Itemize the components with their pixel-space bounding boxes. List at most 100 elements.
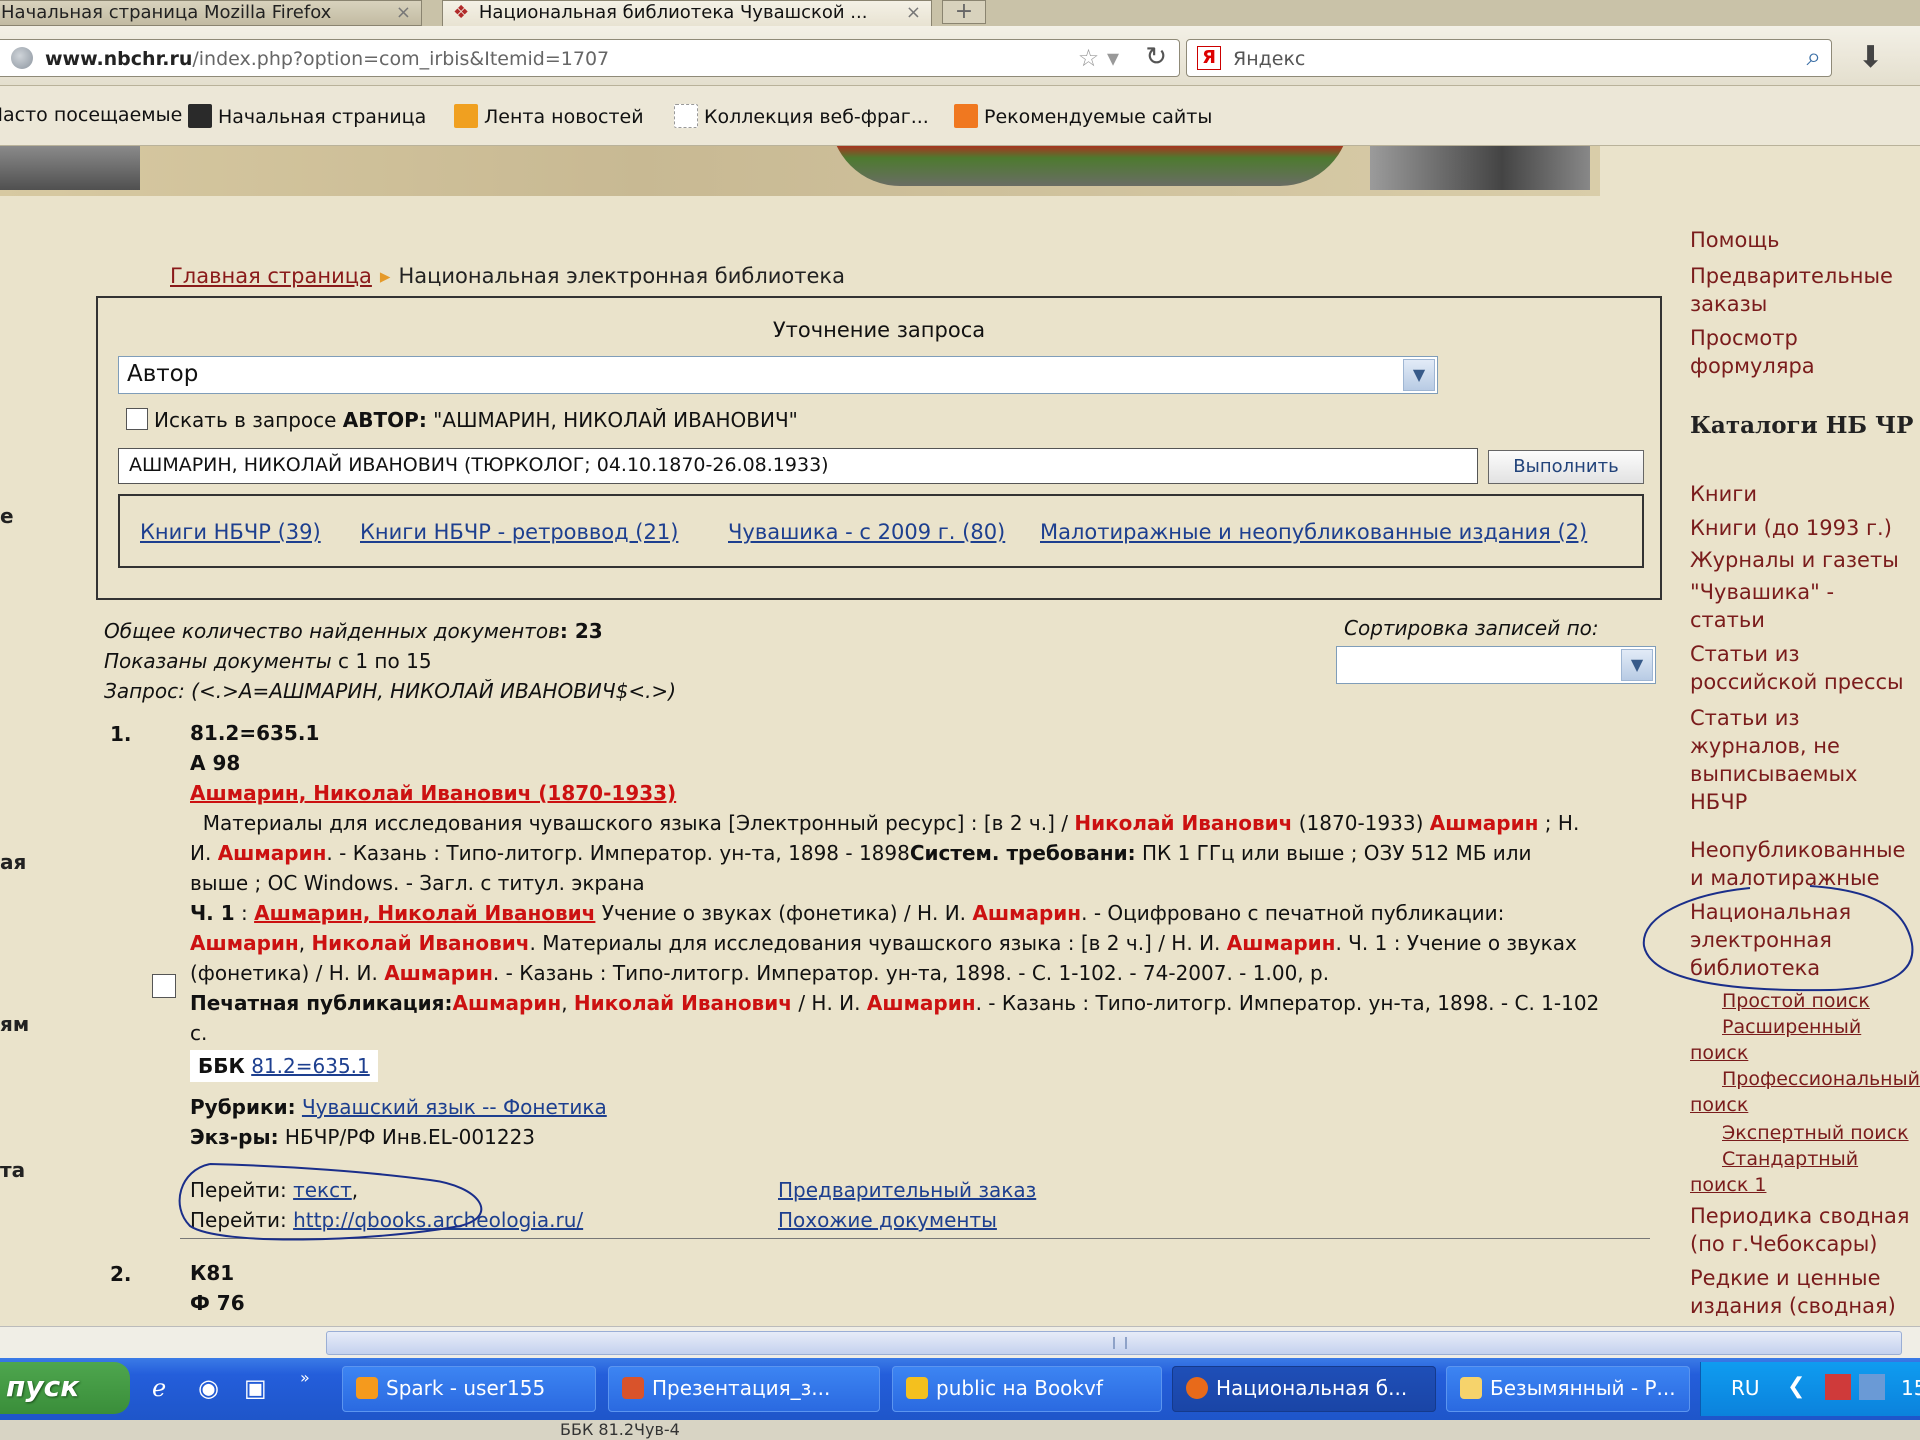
sidebar-sub-simple-search[interactable]: Простой поиск [1722, 988, 1870, 1014]
download-icon[interactable]: ⬇ [1858, 40, 1883, 75]
record-part-author-link[interactable]: Ашмарин, Николай Иванович [254, 901, 595, 925]
bookmark-web-slices[interactable]: Коллекция веб-фраг... [674, 104, 929, 128]
navigation-bar: www.nbchr.ru/index.php?option=com_irbis&… [0, 26, 1920, 86]
chevron-left-icon[interactable]: ❮ [1787, 1374, 1805, 1399]
field-select[interactable]: Автор ▼ [118, 356, 1438, 394]
bookmark-start-page[interactable]: Начальная страница [188, 104, 426, 128]
sidebar-sub-pro-search[interactable]: Профессиональный поиск [1690, 1066, 1920, 1118]
new-tab-button[interactable]: + [942, 0, 986, 24]
sidebar-item-russian-press[interactable]: Статьи из российской прессы [1690, 640, 1904, 696]
bbk-link[interactable]: 81.2=635.1 [251, 1054, 370, 1078]
chevron-right-icon[interactable]: » [300, 1368, 310, 1387]
sidebar-item-periodicals[interactable]: Периодика сводная (по г.Чебоксары) [1690, 1202, 1909, 1258]
record-number: 2. [110, 1262, 132, 1286]
record-code: 81.2=635.1 [190, 721, 320, 745]
sidebar-help-link[interactable]: Помощь [1690, 226, 1780, 254]
record-divider [180, 1238, 1650, 1239]
ie-icon[interactable]: ℯ [152, 1374, 166, 1402]
sort-label: Сортировка записей по: [1344, 616, 1599, 640]
page-content: е ая ям та Главная страница ▸ Национальная… [0, 146, 1920, 1326]
volume-icon[interactable] [1859, 1374, 1885, 1400]
sidebar-item-journal-articles[interactable]: Статьи из журналов, не выписываемых НБЧР [1690, 704, 1857, 816]
execute-button[interactable]: Выполнить [1488, 450, 1644, 484]
network-icon[interactable] [1825, 1374, 1851, 1400]
system-tray: RU ❮ 15 [1700, 1362, 1920, 1416]
sidebar-preorders-link[interactable]: Предварительные заказы [1690, 262, 1893, 318]
sidebar-item-journals[interactable]: Журналы и газеты [1690, 546, 1899, 574]
underlying-window-strip: ББК 81.2Чув-4 [0, 1420, 1920, 1440]
language-indicator[interactable]: RU [1731, 1376, 1760, 1400]
site-favicon-icon: ❖ [453, 2, 470, 23]
breadcrumb-arrow-icon: ▸ [379, 264, 391, 288]
media-icon[interactable]: ◉ [198, 1374, 219, 1402]
sidebar-item-rare-editions[interactable]: Редкие и ценные издания (сводная) [1690, 1264, 1896, 1320]
sidebar-formular-link[interactable]: Просмотр формуляра [1690, 324, 1815, 380]
bookmark-star-icon[interactable]: ☆ ▾ [1078, 44, 1119, 72]
ftp-icon [906, 1377, 928, 1399]
record-description: Материалы для исследования чувашского яз… [202, 811, 1580, 835]
goto-url-link[interactable]: http://qbooks.archeologia.ru/ [293, 1208, 583, 1232]
sidebar-item-chuvashika[interactable]: "Чувашика" - статьи [1690, 578, 1834, 634]
chevron-down-icon[interactable]: ▼ [1621, 649, 1653, 681]
query-input[interactable]: АШМАРИН, НИКОЛАЙ ИВАНОВИЧ (ТЮРКОЛОГ; 04.… [118, 448, 1478, 484]
search-icon[interactable]: ⌕ [1806, 42, 1821, 73]
goto-text-link[interactable]: текст [293, 1178, 352, 1202]
search-bar[interactable]: Я Яндекс ⌕ [1186, 39, 1832, 77]
rubric-link[interactable]: Чувашский язык -- Фонетика [302, 1095, 607, 1119]
taskbar-item-presentation[interactable]: Презентация_з... [608, 1366, 880, 1412]
record-description: И. Ашмарин. - Казань : Типо-литогр. Импе… [190, 841, 1532, 865]
search-in-query-checkbox[interactable] [126, 408, 148, 430]
sidebar-sub-expert-search[interactable]: Экспертный поиск [1722, 1120, 1909, 1146]
reload-icon[interactable]: ↻ [1145, 42, 1167, 72]
yandex-icon[interactable]: Я [1197, 46, 1221, 70]
db-link-small-editions[interactable]: Малотиражные и неопубликованные издания … [1040, 520, 1587, 544]
horizontal-scrollbar[interactable] [0, 1326, 1920, 1358]
breadcrumb-current: Национальная электронная библиотека [398, 264, 845, 288]
sidebar-item-books[interactable]: Книги [1690, 480, 1757, 508]
db-link-books[interactable]: Книги НБЧР (39) [140, 520, 321, 544]
scrollbar-thumb[interactable] [326, 1331, 1902, 1355]
sidebar-item-national-e-library[interactable]: Национальная электронная библиотека [1690, 898, 1851, 982]
search-in-query-row: Искать в запросе АВТОР: "АШМАРИН, НИКОЛА… [126, 408, 798, 432]
sidebar-sub-standard-search[interactable]: Стандартный поиск 1 [1690, 1146, 1858, 1198]
sidebar-item-unpublished[interactable]: Неопубликованные и малотиражные [1690, 836, 1905, 892]
taskbar-item-paint[interactable]: Безымянный - Р... [1446, 1366, 1690, 1412]
tab-start-page[interactable]: Начальная страница Mozilla Firefox × [0, 0, 422, 26]
bookmark-recommended[interactable]: Рекомендуемые сайты [954, 104, 1212, 128]
banner-photo [0, 146, 140, 190]
record-copies: Экз-ры: НБЧР/РФ Инв.EL-001223 [190, 1125, 536, 1149]
record-select-checkbox[interactable] [152, 974, 176, 998]
record-author-link[interactable]: Ашмарин, Николай Иванович (1870-1933) [190, 778, 676, 808]
bookmark-most-visited[interactable]: Часто посещаемые [0, 104, 182, 126]
chevron-down-icon[interactable]: ▼ [1403, 359, 1435, 391]
bookmark-news-feed[interactable]: Лента новостей [454, 104, 644, 128]
record-part: Ч. 1 : Ашмарин, Николай Иванович Учение … [190, 901, 1505, 925]
sort-select[interactable]: ▼ [1336, 646, 1656, 684]
tab-library[interactable]: ❖ Национальная библиотека Чувашской ... … [442, 0, 932, 26]
db-link-chuvashika[interactable]: Чувашика - с 2009 г. (80) [728, 520, 1005, 544]
banner-building-image [830, 146, 1350, 186]
taskbar-item-public[interactable]: public на Bookvf [892, 1366, 1162, 1412]
preorder-link[interactable]: Предварительный заказ [778, 1178, 1036, 1202]
breadcrumb-home-link[interactable]: Главная страница [170, 264, 372, 288]
taskbar-item-firefox[interactable]: Национальная б... [1172, 1366, 1436, 1412]
url-text: www.nbchr.ru/index.php?option=com_irbis&… [45, 48, 610, 70]
record-number: 1. [110, 722, 132, 746]
sidebar-item-books-pre1993[interactable]: Книги (до 1993 г.) [1690, 514, 1892, 542]
close-icon[interactable]: × [396, 1, 411, 25]
close-icon[interactable]: × [906, 1, 921, 25]
goto-url-row: Перейти: http://qbooks.archeologia.ru/ [190, 1208, 584, 1232]
spark-icon [356, 1377, 378, 1399]
powerpoint-icon [622, 1377, 644, 1399]
start-button[interactable]: пуск [0, 1362, 130, 1414]
query-refinement-box: Уточнение запроса Автор ▼ Искать в запро… [96, 296, 1662, 600]
tab-label: Начальная страница Mozilla Firefox [1, 2, 332, 23]
url-bar[interactable]: www.nbchr.ru/index.php?option=com_irbis&… [0, 39, 1180, 77]
record-print-publication: Печатная публикация:Ашмарин, Николай Ива… [190, 991, 1600, 1015]
similar-docs-link[interactable]: Похожие документы [778, 1208, 997, 1232]
taskbar-item-spark[interactable]: Spark - user155 [342, 1366, 596, 1412]
bookmarks-toolbar: Часто посещаемые Начальная страница Лент… [0, 86, 1920, 146]
db-link-books-retro[interactable]: Книги НБЧР - ретроввод (21) [360, 520, 678, 544]
desktop-icon[interactable]: ▣ [244, 1374, 267, 1402]
sidebar-sub-extended-search[interactable]: Расширенный поиск [1690, 1014, 1861, 1066]
